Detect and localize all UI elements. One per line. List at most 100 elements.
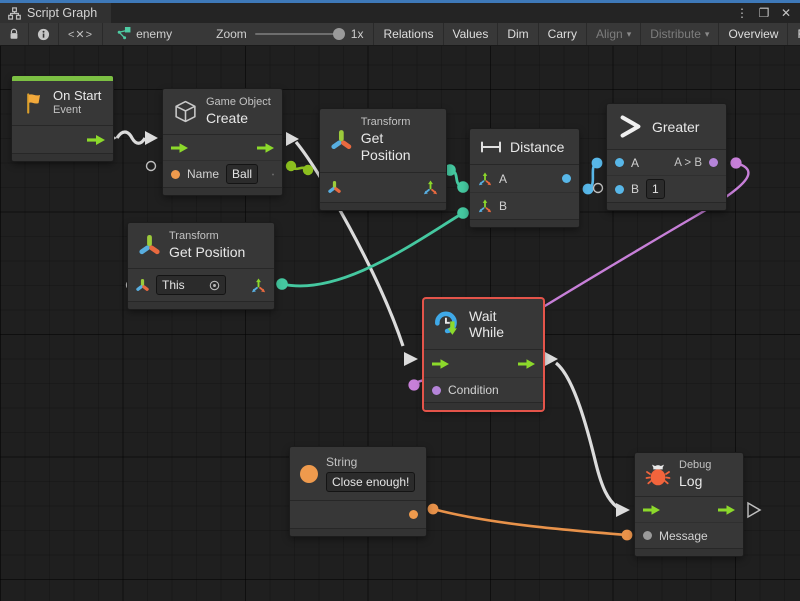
distance-output-port[interactable]	[562, 174, 571, 183]
relations-button[interactable]: Relations	[374, 23, 443, 45]
cube-icon	[173, 99, 198, 124]
fullscreen-button[interactable]: Full Screen	[788, 23, 800, 45]
node-footer	[635, 548, 743, 556]
node-title: Distance	[510, 139, 564, 155]
transform-icon	[138, 234, 161, 257]
bug-icon	[645, 462, 671, 488]
window-menu-icon[interactable]: ⋮	[732, 4, 752, 22]
wire-waitwhile-to-log[interactable]	[545, 352, 630, 517]
edit-code-button[interactable]: <✕>	[59, 23, 103, 45]
zoom-slider[interactable]	[255, 33, 343, 35]
node-subtitle: Event	[53, 104, 101, 118]
node-footer	[163, 187, 282, 195]
flow-input-port[interactable]	[643, 505, 660, 515]
node-debug-log[interactable]: Debug Log Message	[635, 453, 743, 556]
vector3-input-port-a[interactable]	[478, 172, 492, 186]
align-label: Align	[596, 27, 623, 41]
greater-input-b-port[interactable]	[615, 185, 624, 194]
node-title: Get Position	[169, 244, 245, 262]
node-footer	[128, 301, 274, 309]
vector3-input-port-b[interactable]	[478, 199, 492, 213]
flow-input-port[interactable]	[432, 359, 449, 369]
wire-getposition-to-distance-a[interactable]	[444, 164, 469, 193]
flow-output-port[interactable]	[518, 359, 535, 369]
flow-output-port[interactable]	[257, 143, 274, 153]
node-title: Greater	[652, 119, 699, 135]
flow-input-port[interactable]	[171, 143, 188, 153]
zoom-value: 1x	[351, 27, 364, 41]
flow-output-port[interactable]	[87, 135, 105, 145]
object-picker-icon[interactable]	[209, 280, 220, 291]
vector3-output-port[interactable]	[251, 278, 266, 293]
flag-icon	[22, 92, 45, 115]
b-value-field[interactable]: 1	[646, 179, 665, 199]
node-get-position-top[interactable]: Transform Get Position	[320, 109, 446, 210]
distribute-dropdown[interactable]: Distribute ▾	[641, 23, 719, 45]
overview-button[interactable]: Overview	[719, 23, 788, 45]
condition-input-port[interactable]	[432, 386, 441, 395]
node-title: Get Position	[361, 130, 436, 165]
node-distance[interactable]: Distance A B	[470, 129, 579, 227]
info-icon	[37, 28, 50, 41]
unconnected-ring-greater-b	[594, 184, 603, 193]
wire-string-to-message[interactable]	[428, 504, 633, 541]
close-icon[interactable]: ✕	[776, 4, 796, 22]
zoom-label: Zoom	[216, 27, 247, 41]
node-title: String	[326, 455, 415, 470]
transform-input-port[interactable]	[136, 279, 149, 292]
align-dropdown[interactable]: Align ▾	[587, 23, 641, 45]
graph-toolbar: <✕> enemy Zoom 1x Relations Values Dim C…	[0, 23, 800, 46]
message-input-port[interactable]	[643, 531, 652, 540]
transform-input-port[interactable]	[328, 181, 341, 194]
wire-getposition-to-distance-b[interactable]	[276, 207, 469, 290]
zoom-slider-handle[interactable]	[333, 28, 345, 40]
greater-output-port[interactable]	[709, 158, 718, 167]
lock-icon	[8, 28, 20, 40]
node-category: Transform	[361, 116, 436, 130]
node-title: Wait While	[469, 308, 533, 340]
node-wait-while[interactable]: Wait While Condition	[424, 299, 543, 410]
node-footer	[290, 528, 426, 536]
node-get-position-bottom[interactable]: Transform Get Position This	[128, 223, 274, 309]
string-value-field[interactable]: Close enough!	[326, 472, 415, 492]
node-create[interactable]: Game Object Create Name Ball	[163, 89, 282, 195]
name-label: Name	[187, 167, 219, 181]
graph-canvas[interactable]: On Start Event Game Object Create	[0, 46, 800, 601]
vector3-output-port[interactable]	[423, 180, 438, 195]
graph-name: enemy	[136, 27, 172, 41]
lock-button[interactable]	[0, 23, 29, 45]
target-value: This	[162, 277, 185, 293]
maximize-icon[interactable]: ❐	[754, 4, 774, 22]
dim-button[interactable]: Dim	[498, 23, 538, 45]
node-greater[interactable]: Greater A A > B B 1	[607, 104, 726, 210]
chevron-down-icon: ▾	[627, 29, 632, 40]
port-b-label: B	[631, 182, 639, 196]
wire-create-to-getposition[interactable]	[286, 161, 313, 175]
values-button[interactable]: Values	[444, 23, 499, 45]
port-b-label: B	[499, 199, 507, 213]
tab-script-graph[interactable]: Script Graph	[0, 3, 111, 23]
code-brackets-icon: <✕>	[68, 28, 93, 41]
graph-node-icon	[117, 27, 131, 41]
distance-icon	[480, 141, 502, 153]
node-on-start[interactable]: On Start Event	[12, 76, 113, 161]
chevron-down-icon: ▾	[705, 29, 710, 40]
carry-button[interactable]: Carry	[539, 23, 587, 45]
node-category: Debug	[679, 459, 711, 473]
flow-output-port[interactable]	[718, 505, 735, 515]
unconnected-ring-name	[147, 162, 156, 171]
inspect-button[interactable]	[29, 23, 59, 45]
name-value-field[interactable]: Ball	[226, 164, 258, 184]
target-value-field[interactable]: This	[156, 275, 226, 295]
unconnected-flow-triangle	[748, 503, 760, 517]
node-footer	[424, 402, 543, 410]
string-output-port[interactable]	[409, 510, 418, 519]
node-title: Log	[679, 473, 711, 491]
greater-input-a-port[interactable]	[615, 158, 624, 167]
gameobject-output-port[interactable]	[272, 167, 274, 182]
node-string[interactable]: String Close enough!	[290, 447, 426, 536]
wire-distance-to-greater[interactable]	[583, 158, 603, 195]
graph-breadcrumb[interactable]: enemy	[103, 23, 186, 45]
message-label: Message	[659, 529, 708, 543]
name-input-port[interactable]	[171, 170, 180, 179]
